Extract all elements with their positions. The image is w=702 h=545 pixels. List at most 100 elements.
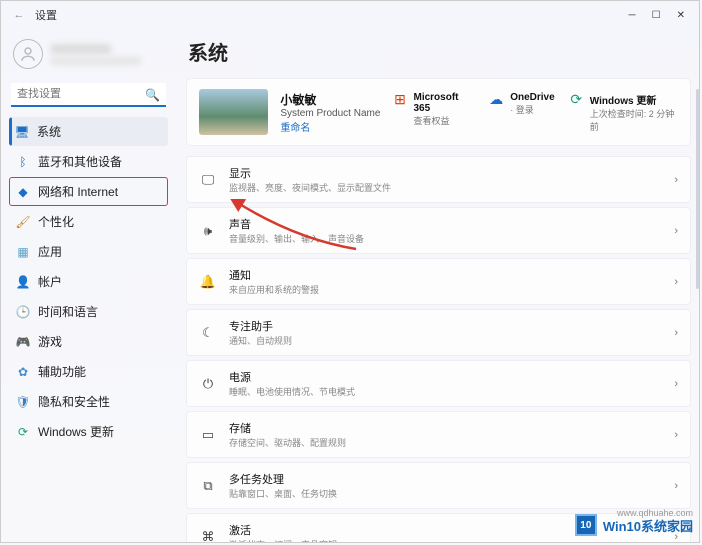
chevron-right-icon: ›	[674, 327, 678, 339]
sidebar-item-icon: ᛒ	[16, 155, 30, 169]
sidebar-item-9[interactable]: 🛡 隐私和安全性	[9, 387, 168, 416]
row-icon: ⏻	[199, 376, 217, 392]
device-summary-card: 小敏敏 System Product Name 重命名 ⊞ Microsoft 3…	[186, 78, 691, 146]
sidebar-item-icon: 🛡	[16, 395, 30, 409]
pc-name: 小敏敏	[280, 91, 380, 108]
row-title: 通知	[229, 267, 662, 283]
sidebar-item-2[interactable]: ◆ 网络和 Internet	[9, 177, 168, 206]
chevron-right-icon: ›	[674, 378, 678, 390]
summary-tile-1[interactable]: ☁ OneDrive· 登录	[488, 92, 554, 133]
sidebar-item-3[interactable]: 🖌个性化	[9, 207, 168, 236]
tile-icon: ☁	[488, 92, 504, 108]
search-input[interactable]	[11, 83, 166, 107]
titlebar: ← 设置 ─ ☐ ✕	[1, 1, 699, 29]
tile-icon: ⟳	[569, 92, 584, 108]
row-icon: ☾	[199, 325, 217, 341]
settings-row-6[interactable]: ⧉ 多任务处理贴靠窗口、桌面、任务切换 ›	[186, 462, 691, 509]
sidebar-item-0[interactable]: 🖥 系统	[9, 117, 168, 146]
sidebar-item-4[interactable]: ▦ 应用	[9, 237, 168, 266]
sidebar-item-label: 辅助功能	[38, 363, 86, 380]
wallpaper-thumb	[199, 89, 268, 135]
user-name-blurred	[51, 44, 111, 54]
sidebar-item-icon: ▦	[16, 245, 30, 259]
tile-sub: 上次检查时间: 2 分钟前	[590, 107, 678, 133]
tile-icon: ⊞	[392, 92, 407, 108]
settings-row-2[interactable]: 🔔 通知来自应用和系统的警报 ›	[186, 258, 691, 305]
sidebar-item-7[interactable]: 🎮游戏	[9, 327, 168, 356]
page-title: 系统	[186, 33, 691, 78]
watermark-text: Win10系统家园	[603, 516, 693, 535]
sidebar-item-label: 系统	[37, 123, 61, 140]
row-sub: 监视器、亮度、夜间模式、显示配置文件	[229, 181, 662, 194]
row-title: 显示	[229, 165, 662, 181]
row-sub: 贴靠窗口、桌面、任务切换	[229, 487, 662, 500]
tile-title: OneDrive	[510, 92, 554, 103]
row-sub: 激活状态、订阅、产品密钥	[229, 538, 662, 542]
search-icon: 🔍	[145, 88, 160, 102]
row-title: 多任务处理	[229, 471, 662, 487]
watermark: 10 Win10系统家园	[575, 514, 693, 536]
user-email-blurred	[51, 57, 141, 65]
row-sub: 通知、自动规则	[229, 334, 662, 347]
sidebar-item-label: 时间和语言	[38, 303, 98, 320]
settings-row-5[interactable]: ▭ 存储存储空间、驱动器、配置规则 ›	[186, 411, 691, 458]
minimize-button[interactable]: ─	[629, 10, 636, 21]
sidebar-item-label: 蓝牙和其他设备	[38, 153, 122, 170]
sidebar-item-icon: 🖌	[16, 215, 30, 229]
window-title: 设置	[31, 7, 629, 23]
row-sub: 音量级别、输出、输入、声音设备	[229, 232, 662, 245]
maximize-button[interactable]: ☐	[652, 10, 661, 21]
row-title: 声音	[229, 216, 662, 232]
row-sub: 来自应用和系统的警报	[229, 283, 662, 296]
sidebar-item-icon: 🖥	[15, 125, 29, 139]
sidebar-item-icon: ✿	[16, 365, 30, 379]
row-title: 专注助手	[229, 318, 662, 334]
chevron-right-icon: ›	[674, 480, 678, 492]
sidebar-item-6[interactable]: 🕒 时间和语言	[9, 297, 168, 326]
row-icon: ⌘	[199, 529, 217, 543]
settings-row-1[interactable]: 🕪声音音量级别、输出、输入、声音设备›	[186, 207, 691, 254]
sidebar-item-label: 隐私和安全性	[38, 393, 110, 410]
summary-tile-0[interactable]: ⊞ Microsoft 365查看权益	[392, 92, 474, 133]
tile-title: Microsoft 365	[413, 92, 474, 114]
sidebar-item-label: 应用	[38, 243, 62, 260]
rename-link[interactable]: 重命名	[280, 119, 380, 134]
row-icon: 🔔	[199, 274, 217, 290]
sidebar-item-label: 帐户	[38, 273, 62, 290]
row-icon: 🖵	[199, 172, 217, 188]
sidebar-item-icon: ⟳	[16, 425, 30, 439]
row-title: 存储	[229, 420, 662, 436]
sidebar-item-10[interactable]: ⟳Windows 更新	[9, 417, 168, 446]
summary-tile-2[interactable]: ⟳Windows 更新上次检查时间: 2 分钟前	[569, 92, 678, 133]
chevron-right-icon: ›	[674, 174, 678, 186]
avatar	[13, 39, 43, 69]
settings-row-0[interactable]: 🖵 显示监视器、亮度、夜间模式、显示配置文件 ›	[186, 156, 691, 203]
sidebar-item-8[interactable]: ✿ 辅助功能	[9, 357, 168, 386]
chevron-right-icon: ›	[674, 276, 678, 288]
sidebar-item-5[interactable]: 👤 帐户	[9, 267, 168, 296]
settings-row-4[interactable]: ⏻电源睡眠、电池使用情况、节电模式›	[186, 360, 691, 407]
tile-sub: · 登录	[510, 103, 554, 116]
sidebar-item-icon: ◆	[16, 185, 30, 199]
sidebar-item-icon: 🕒	[16, 305, 30, 319]
chevron-right-icon: ›	[674, 429, 678, 441]
close-button[interactable]: ✕	[677, 10, 685, 21]
watermark-badge: 10	[575, 514, 597, 536]
user-info[interactable]	[9, 35, 168, 79]
row-icon: ⧉	[199, 478, 217, 494]
settings-row-3[interactable]: ☾ 专注助手通知、自动规则 ›	[186, 309, 691, 356]
sidebar-item-label: 网络和 Internet	[38, 183, 118, 200]
row-sub: 睡眠、电池使用情况、节电模式	[229, 385, 662, 398]
row-icon: 🕪	[199, 223, 217, 239]
sidebar: 🔍 🖥 系统 ᛒ 蓝牙和其他设备 ◆ 网络和 Internet 🖌个性化 ▦ 应用 👤 帐户 🕒 时间和…	[1, 29, 176, 542]
back-button[interactable]: ←	[7, 9, 31, 21]
sidebar-item-icon: 👤	[16, 275, 30, 289]
pc-product: System Product Name	[280, 108, 380, 119]
scrollbar[interactable]	[696, 89, 699, 289]
main-panel: 系统 小敏敏 System Product Name 重命名 ⊞ Microsof…	[176, 29, 699, 542]
sidebar-item-label: 游戏	[38, 333, 62, 350]
tile-sub: 查看权益	[413, 114, 474, 127]
row-sub: 存储空间、驱动器、配置规则	[229, 436, 662, 449]
sidebar-item-1[interactable]: ᛒ 蓝牙和其他设备	[9, 147, 168, 176]
row-icon: ▭	[199, 427, 217, 443]
